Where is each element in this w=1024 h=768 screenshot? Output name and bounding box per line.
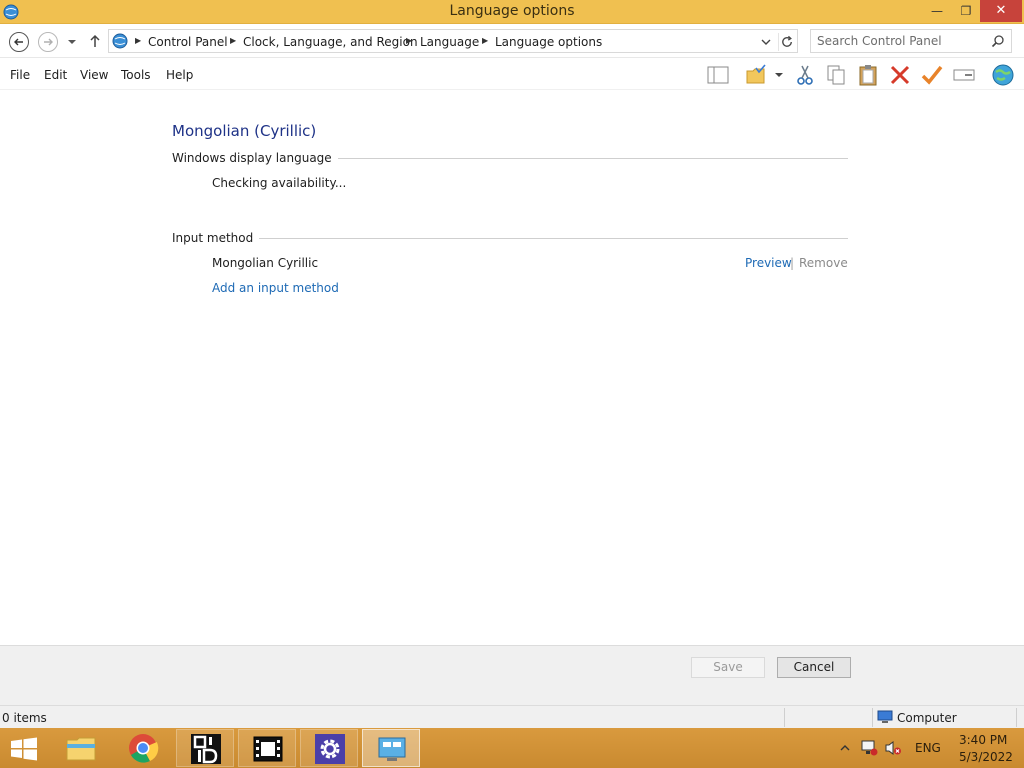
breadcrumb-language[interactable]: Language: [420, 35, 479, 49]
button-bar: Save Cancel: [0, 645, 1024, 705]
taskbar-video-app[interactable]: [238, 729, 296, 767]
file-explorer-icon: [66, 737, 96, 761]
taskbar-chrome[interactable]: [114, 729, 172, 767]
odi-app-icon: [191, 734, 221, 764]
input-method-name: Mongolian Cyrillic: [212, 256, 319, 270]
layout-pane-icon[interactable]: [706, 63, 730, 87]
control-panel-icon: [378, 737, 406, 761]
breadcrumb-separator-icon[interactable]: ▶: [230, 36, 236, 45]
address-bar[interactable]: ▶ Control Panel ▶ Clock, Language, and R…: [108, 29, 798, 53]
link-separator: |: [790, 256, 795, 270]
window-title: Language options: [449, 3, 575, 19]
gear-icon: [315, 734, 345, 764]
restore-button[interactable]: ❐: [952, 0, 980, 22]
folder-options-chevron-icon[interactable]: [772, 63, 786, 87]
back-button[interactable]: [9, 32, 29, 52]
cancel-button[interactable]: Cancel: [777, 657, 851, 678]
taskbar-control-panel[interactable]: [362, 729, 420, 767]
menu-edit[interactable]: Edit: [44, 68, 67, 82]
recent-locations-chevron-icon[interactable]: [67, 38, 77, 46]
checkmark-icon[interactable]: [920, 63, 944, 87]
menu-file[interactable]: File: [10, 68, 30, 82]
location-label: Computer: [897, 711, 957, 725]
computer-icon: [877, 710, 893, 723]
search-input[interactable]: [817, 33, 987, 49]
language-heading: Mongolian (Cyrillic): [172, 122, 317, 140]
paste-icon[interactable]: [856, 63, 880, 87]
show-hidden-icons-chevron-icon[interactable]: [840, 744, 850, 752]
menu-help[interactable]: Help: [166, 68, 193, 82]
taskbar-file-explorer[interactable]: [52, 729, 110, 767]
breadcrumb-control-panel[interactable]: Control Panel: [148, 35, 228, 49]
taskbar: ENG 3:40 PM 5/3/2022: [0, 728, 1024, 768]
status-divider: [872, 708, 873, 727]
address-history-chevron-icon[interactable]: [758, 34, 774, 50]
breadcrumb-separator-icon[interactable]: ▶: [482, 36, 488, 45]
network-icon[interactable]: [860, 740, 878, 756]
breadcrumb-clock-language-region[interactable]: Clock, Language, and Region: [243, 35, 418, 49]
taskbar-odi-app[interactable]: [176, 729, 234, 767]
delete-icon[interactable]: [888, 63, 912, 87]
globe-icon[interactable]: [991, 63, 1015, 87]
preview-link[interactable]: Preview: [745, 256, 792, 270]
section-divider: [172, 238, 848, 239]
add-input-method-link[interactable]: Add an input method: [212, 281, 339, 295]
display-language-status: Checking availability...: [212, 176, 347, 190]
control-panel-icon: [112, 33, 128, 49]
taskbar-settings[interactable]: [300, 729, 358, 767]
clock-date[interactable]: 5/3/2022: [959, 750, 1013, 764]
title-bar: Language options — ❐ ✕: [0, 0, 1024, 24]
menu-bar: File Edit View Tools Help: [0, 58, 1024, 90]
item-count: 0 items: [2, 711, 47, 725]
status-divider: [784, 708, 785, 727]
display-language-label: Windows display language: [172, 151, 338, 165]
menu-view[interactable]: View: [80, 68, 108, 82]
refresh-icon[interactable]: [778, 33, 796, 51]
breadcrumb-separator-icon[interactable]: ▶: [406, 36, 412, 45]
chrome-icon: [129, 734, 159, 763]
input-method-label: Input method: [172, 231, 260, 245]
volume-muted-icon[interactable]: [884, 740, 902, 756]
forward-button[interactable]: [38, 32, 58, 52]
input-language-indicator[interactable]: ENG: [915, 741, 941, 755]
save-button[interactable]: Save: [691, 657, 765, 678]
cut-icon[interactable]: [793, 63, 817, 87]
status-bar: 0 items Computer: [0, 705, 1024, 728]
search-icon[interactable]: [991, 34, 1005, 48]
breadcrumb-separator-icon[interactable]: ▶: [135, 36, 141, 45]
copy-icon[interactable]: [824, 63, 848, 87]
resize-grip[interactable]: [1016, 708, 1017, 727]
clock-time[interactable]: 3:40 PM: [959, 733, 1007, 747]
arrow-right-icon: [44, 38, 53, 46]
up-arrow-icon[interactable]: [88, 34, 102, 48]
film-icon: [253, 736, 283, 762]
main-content: Mongolian (Cyrillic) Windows display lan…: [0, 90, 1024, 645]
rename-icon[interactable]: [952, 63, 976, 87]
menu-tools[interactable]: Tools: [121, 68, 151, 82]
minimize-button[interactable]: —: [922, 0, 952, 22]
windows-start-icon[interactable]: [10, 737, 38, 761]
search-box[interactable]: [810, 29, 1012, 53]
breadcrumb-language-options[interactable]: Language options: [495, 35, 602, 49]
address-row: ▶ Control Panel ▶ Clock, Language, and R…: [0, 24, 1024, 58]
remove-link[interactable]: Remove: [799, 256, 848, 270]
arrow-left-icon: [14, 38, 23, 46]
folder-options-icon[interactable]: [744, 63, 768, 87]
close-button[interactable]: ✕: [980, 0, 1022, 22]
